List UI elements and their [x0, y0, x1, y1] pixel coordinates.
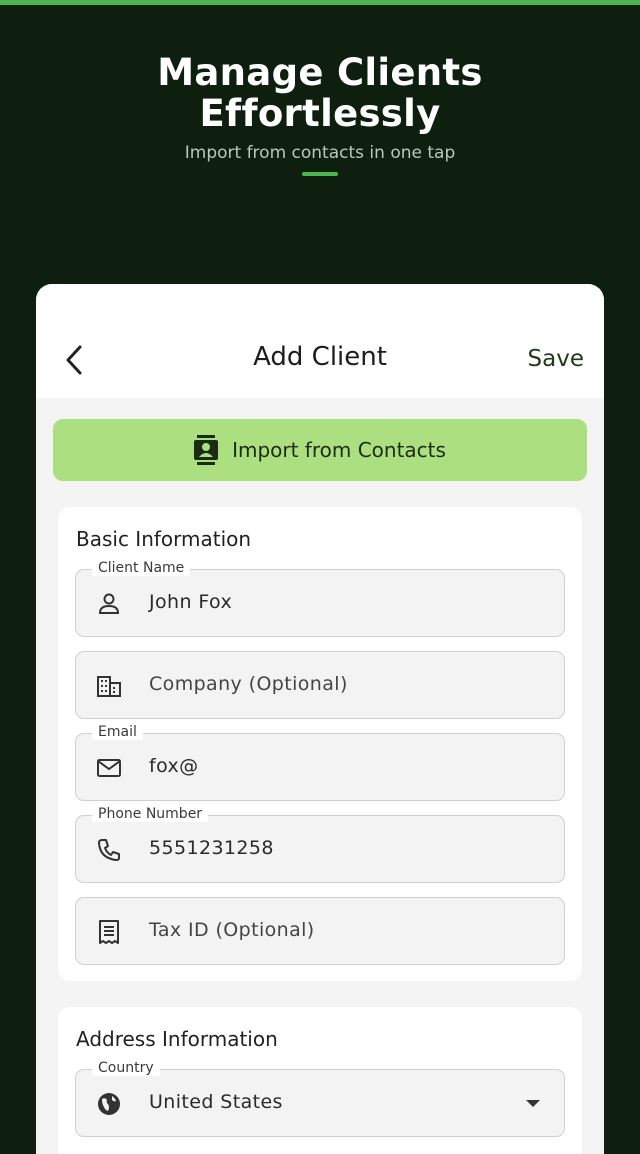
- hero-title-line1: Manage Clients: [157, 51, 483, 94]
- email-value: fox@: [149, 755, 199, 777]
- top-accent-bar: [0, 0, 640, 5]
- tax-id-placeholder: Tax ID (Optional): [149, 919, 315, 941]
- import-from-contacts-button[interactable]: Import from Contacts: [53, 419, 587, 481]
- client-name-label: Client Name: [92, 560, 191, 576]
- import-button-label: Import from Contacts: [232, 438, 446, 462]
- app-bar: Add Client Save: [36, 284, 604, 398]
- mail-icon: [97, 759, 121, 777]
- building-icon: [97, 676, 121, 697]
- hero-title: Manage Clients Effortlessly: [0, 52, 640, 134]
- hero-underline: [302, 172, 338, 176]
- dropdown-arrow-icon: [526, 1100, 540, 1107]
- phone-screen: Add Client Save Import from Contacts Bas…: [36, 284, 604, 1154]
- page-title: Add Client: [253, 342, 387, 372]
- hero-subtitle: Import from contacts in one tap: [184, 143, 456, 163]
- basic-info-title: Basic Information: [76, 527, 252, 551]
- email-field[interactable]: Email fox@: [75, 724, 565, 801]
- client-name-field[interactable]: Client Name John Fox: [75, 560, 565, 637]
- contacts-icon: [194, 435, 219, 465]
- phone-number-field[interactable]: Phone Number 5551231258: [75, 806, 565, 883]
- company-placeholder: Company (Optional): [149, 673, 348, 695]
- email-label: Email: [92, 724, 143, 740]
- phone-number-label: Phone Number: [92, 806, 209, 822]
- country-select[interactable]: Country United States: [75, 1060, 565, 1137]
- address-info-card: Address Information Country United State…: [58, 1007, 582, 1154]
- phone-icon: [98, 839, 120, 861]
- save-button[interactable]: Save: [528, 346, 584, 372]
- person-icon: [98, 593, 120, 614]
- company-field[interactable]: Company (Optional): [75, 651, 565, 719]
- phone-number-value: 5551231258: [149, 837, 274, 859]
- hero-title-line2: Effortlessly: [199, 92, 441, 135]
- country-label: Country: [92, 1060, 160, 1076]
- client-name-value: John Fox: [149, 591, 233, 613]
- tax-id-field[interactable]: Tax ID (Optional): [75, 897, 565, 965]
- globe-icon: [98, 1093, 120, 1115]
- basic-info-card: Basic Information Client Name John Fox C…: [58, 507, 582, 981]
- address-info-title: Address Information: [76, 1027, 278, 1051]
- receipt-icon: [99, 920, 119, 944]
- country-value: United States: [149, 1091, 283, 1113]
